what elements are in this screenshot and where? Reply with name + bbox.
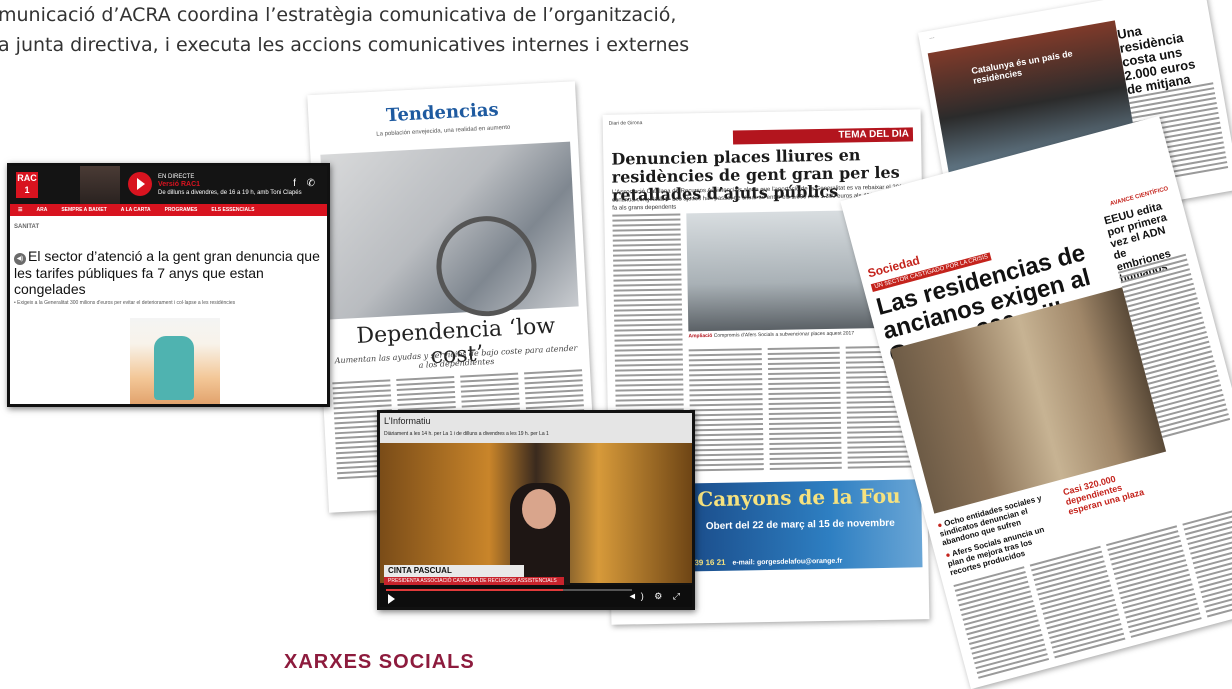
caption-bold: Ampliació bbox=[688, 332, 713, 340]
advertisement: Canyons de la Fou Obert del 22 de març a… bbox=[691, 479, 923, 572]
intro-paragraph: municació d’ACRA coordina l’estratègia c… bbox=[0, 0, 798, 60]
wheelchair-photo bbox=[320, 141, 579, 320]
section-heading-xarxes-socials: XARXES SOCIALS bbox=[284, 651, 475, 673]
article-subhead: • Exigeix a la Generalitat 300 milions d… bbox=[14, 300, 236, 306]
rac1-logo: RAC 1 bbox=[16, 172, 38, 198]
presenter-thumbnail bbox=[80, 166, 120, 204]
play-icon bbox=[128, 172, 152, 196]
ad-phone: 39 16 21 bbox=[694, 557, 726, 568]
ad-title: Canyons de la Fou bbox=[697, 483, 901, 512]
video-controls[interactable]: ◄) ⚙ ⤢ bbox=[380, 585, 692, 607]
nav-item: A LA CARTA bbox=[120, 207, 151, 213]
program-schedule: De dilluns a divendres, de 16 a 19 h, am… bbox=[158, 190, 302, 196]
lower-third-name: CINTA PASCUAL bbox=[384, 565, 524, 577]
audio-icon: ◀) bbox=[14, 253, 26, 265]
tv-program-title: L’Informatiu bbox=[384, 416, 431, 426]
tv-schedule: Diàriament a les 14 h. per La 1 i de dil… bbox=[384, 431, 549, 437]
caption-text: Compromís d’Afers Socials a subvencionar… bbox=[713, 330, 855, 339]
video-progress-fill bbox=[386, 589, 564, 591]
video-frame bbox=[380, 443, 692, 593]
live-label: EN DIRECTE bbox=[158, 174, 195, 180]
speaker-face bbox=[522, 489, 556, 529]
program-name: Versió RAC1 bbox=[158, 181, 201, 188]
protest-sign: Catalunya és un país de residències bbox=[970, 48, 1074, 86]
ad-dates: Obert del 22 de març al 15 de novembre bbox=[705, 517, 895, 533]
rac1-nav-bar: ☰ ARA SEMPRE A BAIXET A LA CARTA PROGRAM… bbox=[10, 204, 327, 216]
play-icon[interactable] bbox=[388, 594, 395, 604]
tv-header: L’Informatiu Diàriament a les 14 h. per … bbox=[380, 413, 692, 443]
rac1-topbar: RAC 1 EN DIRECTE Versió RAC1 De dilluns … bbox=[10, 166, 327, 204]
ad-email: e-mail: gorgesdelafou@orange.fr bbox=[732, 557, 843, 567]
article-headline: ◀) El sector d’atenció a la gent gran den… bbox=[14, 248, 326, 297]
tv-news-screenshot: L’Informatiu Diàriament a les 14 h. per … bbox=[377, 410, 695, 610]
nav-item: PROGRAMES bbox=[164, 207, 198, 213]
rac1-web-screenshot: RAC 1 EN DIRECTE Versió RAC1 De dilluns … bbox=[7, 163, 330, 407]
tema-del-dia-banner: TEMA DEL DIA bbox=[732, 127, 914, 145]
social-icons: f ✆ bbox=[293, 178, 319, 189]
nav-item: SEMPRE A BAIXET bbox=[61, 207, 107, 213]
nav-item: ELS ESSENCIALS bbox=[211, 207, 255, 213]
menu-icon: ☰ bbox=[18, 207, 23, 213]
article-image bbox=[130, 318, 220, 404]
video-progress-bar[interactable] bbox=[386, 589, 632, 591]
intro-line-2: a junta directiva, i executa les accions… bbox=[0, 34, 690, 56]
intro-line-1: municació d’ACRA coordina l’estratègia c… bbox=[0, 4, 677, 26]
nav-item: ARA bbox=[36, 207, 48, 213]
article-headline-text: El sector d’atenció a la gent gran denun… bbox=[14, 248, 320, 297]
lower-third-role: PRESIDENTA ASSOCIACIÓ CATALANA DE RECURS… bbox=[384, 577, 564, 585]
live-info: EN DIRECTE Versió RAC1 De dilluns a dive… bbox=[158, 173, 302, 197]
player-icons[interactable]: ◄) ⚙ ⤢ bbox=[628, 591, 684, 602]
article-section: SANITAT bbox=[14, 224, 40, 230]
